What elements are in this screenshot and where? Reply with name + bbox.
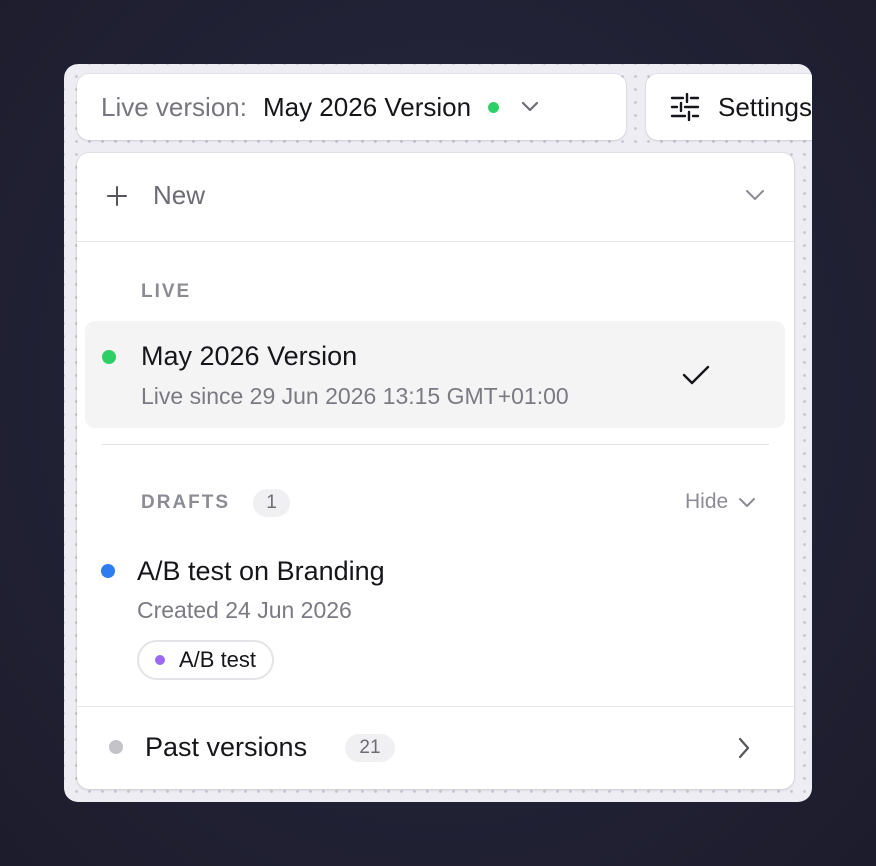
live-status-dot bbox=[102, 350, 116, 364]
settings-button[interactable]: Settings bbox=[646, 74, 812, 140]
versions-menu: New LIVE May 2026 Version Live since 29 … bbox=[77, 153, 794, 789]
live-status-dot bbox=[488, 101, 500, 113]
draft-status-dot bbox=[101, 564, 115, 578]
chevron-down-icon[interactable] bbox=[745, 189, 765, 201]
chevron-right-icon bbox=[737, 737, 751, 759]
check-icon bbox=[682, 364, 710, 386]
live-version-label: Live version: bbox=[101, 91, 247, 122]
new-version-label: New bbox=[153, 180, 206, 210]
plus-icon bbox=[106, 185, 128, 207]
live-section-heading: LIVE bbox=[141, 281, 192, 302]
live-version-item[interactable]: May 2026 Version Live since 29 Jun 2026 … bbox=[85, 321, 785, 428]
drafts-count-badge: 1 bbox=[253, 489, 290, 517]
section-divider bbox=[101, 444, 769, 445]
live-item-subtitle: Live since 29 Jun 2026 13:15 GMT+01:00 bbox=[141, 383, 569, 409]
tag-dot bbox=[155, 655, 165, 665]
hide-drafts-toggle[interactable]: Hide bbox=[685, 490, 756, 514]
hide-label: Hide bbox=[685, 490, 729, 513]
new-version-row[interactable]: New bbox=[77, 153, 794, 242]
live-version-dropdown[interactable]: Live version: May 2026 Version bbox=[77, 74, 626, 140]
tag-label: A/B test bbox=[179, 647, 257, 672]
past-status-dot bbox=[109, 740, 123, 754]
past-versions-label: Past versions bbox=[145, 732, 308, 762]
live-version-value: May 2026 Version bbox=[262, 91, 472, 122]
draft-item-title: A/B test on Branding bbox=[137, 556, 385, 586]
sliders-icon bbox=[670, 93, 700, 121]
drafts-section-heading: DRAFTS bbox=[141, 492, 231, 513]
live-item-title: May 2026 Version bbox=[141, 341, 358, 371]
ab-test-tag: A/B test bbox=[137, 640, 275, 680]
past-versions-row[interactable]: Past versions 21 bbox=[77, 706, 794, 789]
chevron-down-icon bbox=[521, 101, 539, 113]
draft-item-subtitle: Created 24 Jun 2026 bbox=[137, 597, 352, 623]
settings-label: Settings bbox=[718, 91, 812, 122]
chevron-down-icon bbox=[738, 497, 756, 508]
past-versions-count-badge: 21 bbox=[345, 734, 395, 762]
version-picker-card: Live version: May 2026 Version Settings … bbox=[64, 64, 812, 802]
